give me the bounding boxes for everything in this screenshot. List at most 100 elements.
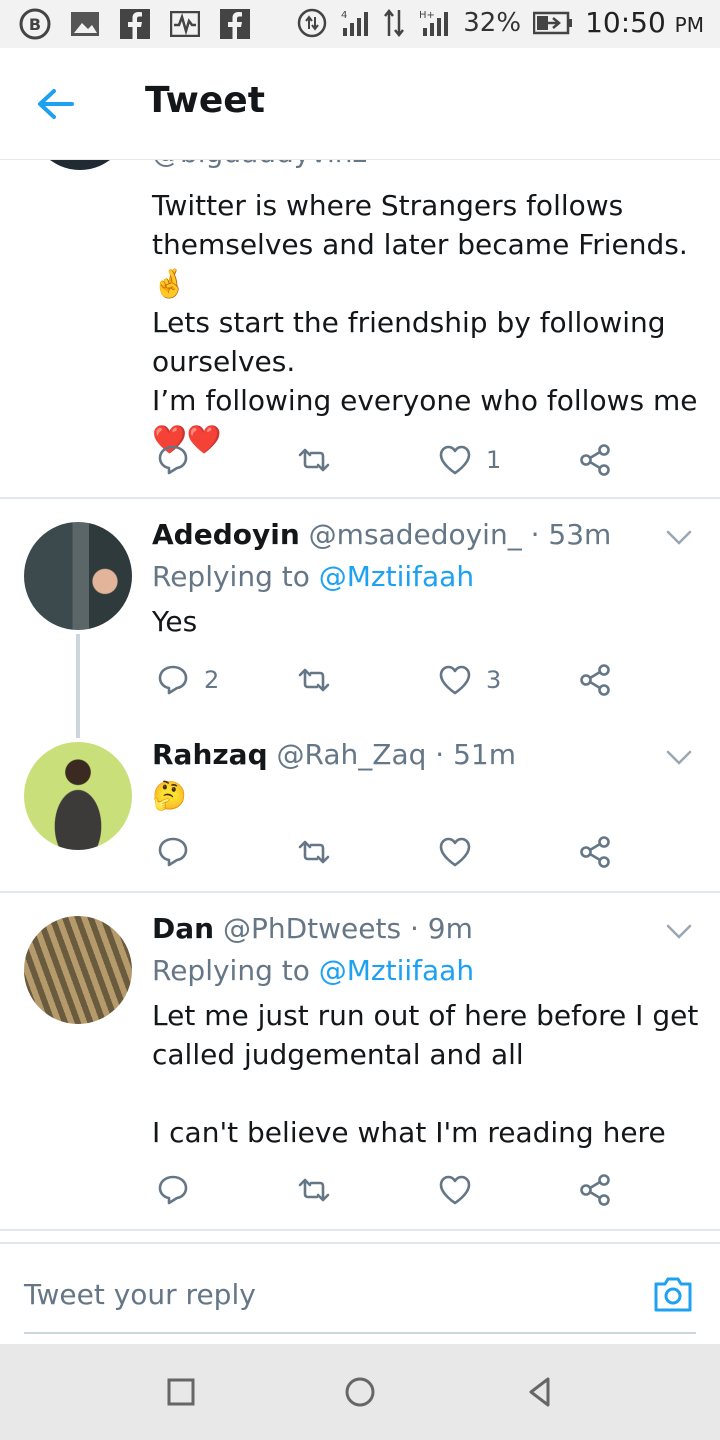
reply-icon [158,837,188,867]
retweet-icon [298,840,330,864]
like-count: 3 [486,666,502,694]
tweet-text: Twitter is where Strangers follows thems… [152,186,712,459]
reply-button[interactable] [156,438,190,482]
avatar[interactable] [24,916,132,1024]
share-icon [580,664,610,696]
retweet-button[interactable] [296,658,332,702]
svg-text:H+: H+ [419,10,435,21]
chevron-down-icon[interactable] [666,924,692,940]
reply-input[interactable]: Tweet your reply [24,1278,256,1311]
like-button[interactable]: 3 [438,658,501,702]
share-icon [580,836,610,868]
user-handle[interactable]: @Rah_Zaq [277,738,427,771]
avatar[interactable] [24,742,132,850]
status-bar: B 4 H+ 32% 10:50 PM [0,0,720,48]
back-arrow-icon[interactable] [30,82,82,126]
tweet-actions [152,1168,632,1212]
tweet-text-line: ourselves. [152,345,296,378]
data-transfer-icon [384,8,405,37]
retweet-button[interactable] [296,830,332,874]
tweet-text-line: I can't believe what I'm reading here [152,1116,666,1149]
tweet-text-line: themselves and later became Friends. 🤞 [152,228,688,300]
like-button[interactable] [438,830,472,874]
tweet-header: Adedoyin @msadedoyin_ · 53m [152,518,611,552]
bbm-icon: B [18,8,52,40]
tweet-feed[interactable]: @bigdaddyvinz Twitter is where Strangers… [0,160,720,1242]
chevron-down-icon[interactable] [666,530,692,546]
home-icon[interactable] [342,1374,378,1410]
battery-charging-icon [533,11,573,34]
divider [0,497,720,499]
tweet-time: · 53m [530,518,612,551]
tweet-text-line: called judgemental and all [152,1038,524,1071]
hotspot-icon [298,8,327,37]
share-button[interactable] [578,658,612,702]
tweet-text-line: Let me just run out of here before I get [152,999,699,1032]
reply-button[interactable]: 2 [156,658,219,702]
share-icon [580,1174,610,1206]
reply-count: 2 [204,666,220,694]
tweet-text: Let me just run out of here before I get… [152,996,712,1152]
tweet-time: · 51m [435,738,517,771]
user-name[interactable]: Rahzaq [152,738,268,771]
facebook-icon [218,8,252,40]
retweet-button[interactable] [296,1168,332,1212]
share-button[interactable] [578,1168,612,1212]
replying-to-label: Replying to [152,560,310,593]
battery-percent: 32% [463,7,522,38]
retweet-icon [298,448,330,472]
svg-text:4: 4 [341,10,347,21]
tweet-text-line: I’m following everyone who follows me [152,384,698,417]
reply-button[interactable] [156,1168,190,1212]
clock: 10:50 PM [585,6,704,39]
user-name[interactable]: Adedoyin [152,518,300,551]
thread-line [76,634,80,738]
back-nav-icon[interactable] [522,1374,558,1410]
svg-text:B: B [29,15,41,34]
facebook-icon [118,8,152,40]
user-name[interactable]: Dan [152,912,214,945]
divider [0,891,720,893]
share-button[interactable] [578,438,612,482]
retweet-icon [298,1178,330,1202]
like-icon [439,1175,471,1205]
system-nav-bar [0,1344,720,1440]
app-header: Tweet [0,48,720,160]
mention-link[interactable]: @Mztiifaah [319,560,474,593]
activity-icon [168,8,202,40]
reply-icon [158,445,188,475]
camera-icon[interactable] [652,1274,694,1314]
signal-icon: H+ [419,10,449,36]
like-icon [439,445,471,475]
reply-input-underline [24,1332,696,1334]
like-icon [439,665,471,695]
mention-link[interactable]: @Mztiifaah [319,954,474,987]
replying-to: Replying to @Mztiifaah [152,954,474,987]
tweet-header: Rahzaq @Rah_Zaq · 51m [152,738,516,772]
like-icon [439,837,471,867]
tweet-text: Yes [152,605,198,638]
tweet-handle[interactable]: @bigdaddyvinz [152,160,367,169]
recents-icon[interactable] [163,1374,199,1410]
retweet-button[interactable] [296,438,332,482]
tweet-time: · 9m [409,912,473,945]
avatar[interactable] [28,160,132,170]
signal-icon: 4 [341,10,369,36]
share-button[interactable] [578,830,612,874]
like-button[interactable] [438,1168,472,1212]
tweet-header: Dan @PhDtweets · 9m [152,912,473,946]
tweet-text-line: Twitter is where Strangers follows [152,189,624,222]
tweet-text-line: Lets start the friendship by following [152,306,666,339]
replying-to: Replying to @Mztiifaah [152,560,474,593]
chevron-down-icon[interactable] [666,750,692,766]
user-handle[interactable]: @msadedoyin_ [309,518,522,551]
user-handle[interactable]: @PhDtweets [223,912,401,945]
like-button[interactable]: 1 [438,438,501,482]
tweet-text-line [152,1074,712,1113]
reply-composer: Tweet your reply [0,1242,720,1344]
tweet-actions: 1 [152,438,632,482]
reply-button[interactable] [156,830,190,874]
page-title: Tweet [145,80,265,121]
tweet-actions [152,830,632,874]
avatar[interactable] [24,522,132,630]
